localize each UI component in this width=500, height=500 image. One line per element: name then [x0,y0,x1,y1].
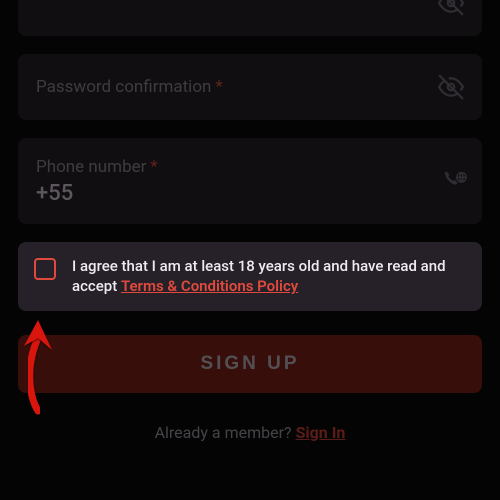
phone-number-field[interactable]: Phone number* +55 [18,138,482,224]
field-prev-partial[interactable] [18,0,482,36]
terms-link[interactable]: Terms & Conditions Policy [121,277,298,295]
terms-row: I agree that I am at least 18 years old … [18,242,482,311]
phone-number-label: Phone number* [36,157,158,177]
sign-in-link[interactable]: Sign In [296,423,346,442]
terms-checkbox[interactable] [34,258,56,280]
phone-globe-icon[interactable] [440,169,468,193]
password-confirmation-field[interactable]: Password confirmation* [18,54,482,120]
sign-up-button[interactable]: SIGN UP [18,335,482,393]
eye-off-icon[interactable] [438,74,464,100]
password-confirmation-label: Password confirmation* [36,77,223,97]
terms-text: I agree that I am at least 18 years old … [72,256,466,297]
phone-number-value: +55 [36,181,73,206]
already-member-text: Already a member? Sign In [18,423,482,442]
eye-off-icon[interactable] [438,0,464,16]
